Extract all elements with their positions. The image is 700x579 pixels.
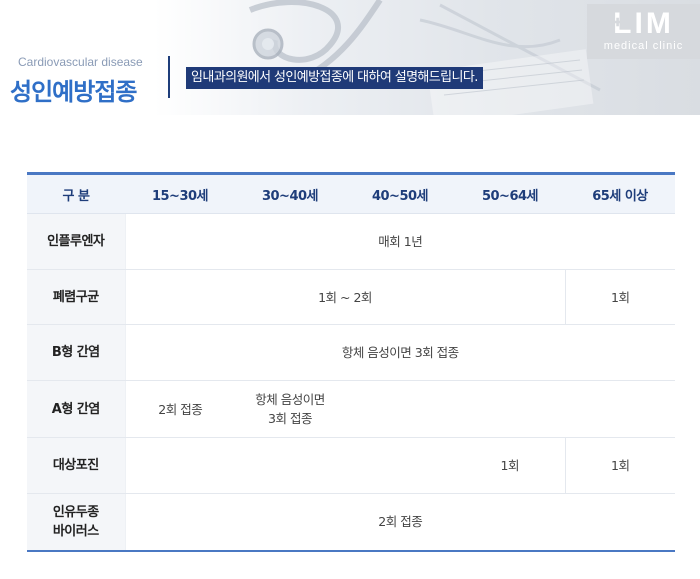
- header-age-50-64: 50~64세: [455, 173, 565, 214]
- table-row: B형 간염 항체 음성이면 3회 접종: [27, 324, 675, 381]
- page-title: 성인예방접종: [10, 78, 137, 106]
- title-divider: [168, 56, 170, 98]
- header-category: 구 분: [27, 173, 125, 214]
- row-label-hpv-line2: 바이러스: [52, 523, 99, 539]
- cell-hpv-all: 2회 접종: [378, 514, 423, 530]
- page-description: 임내과의원에서 성인예방접종에 대하여 설명해드립니다.: [186, 67, 483, 89]
- cell-hepatitis-a-15-30: 2회 접종: [125, 380, 235, 438]
- table-row: 대상포진 1회 1회: [27, 437, 675, 494]
- vaccination-table-wrap: 구 분 15~30세 30~40세 40~50세 50~64세 65세 이상 인…: [27, 172, 675, 552]
- cell-hepatitis-a-line2: 3회 접종: [268, 411, 312, 426]
- cross-icon: ✚: [613, 17, 623, 29]
- cell-pneumococcal-15-64: 1회 ~ 2회: [125, 269, 565, 325]
- cell-influenza-all: 매회 1년: [125, 213, 675, 270]
- row-label-hpv-line1: 인유두종: [52, 504, 99, 520]
- cell-shingles-65-plus: 1회: [564, 437, 675, 494]
- logo-main-text: LIM: [613, 7, 674, 40]
- row-label-hepatitis-b: B형 간염: [27, 324, 126, 381]
- cell-hepatitis-a-line1: 항체 음성이면: [255, 392, 325, 407]
- cell-hepatitis-a-rest: [345, 380, 675, 438]
- row-label-hpv: 인유두종 바이러스: [27, 493, 126, 551]
- header-age-65-plus: 65세 이상: [565, 173, 675, 214]
- table-row: A형 간염 2회 접종 항체 음성이면 3회 접종: [27, 380, 675, 438]
- header-banner: Cardiovascular disease 성인예방접종 임내과의원에서 성인…: [0, 0, 700, 115]
- table-header-row: 구 분 15~30세 30~40세 40~50세 50~64세 65세 이상: [27, 173, 675, 214]
- table-row: 폐렴구균 1회 ~ 2회 1회: [27, 269, 675, 325]
- header-age-40-50: 40~50세: [345, 173, 455, 214]
- cell-pneumococcal-65-plus: 1회: [564, 269, 675, 325]
- header-age-30-40: 30~40세: [235, 173, 345, 214]
- table-row: 인유두종 바이러스 2회 접종: [27, 493, 675, 551]
- row-label-shingles: 대상포진: [27, 437, 126, 494]
- logo-sub-text: medical clinic: [603, 40, 684, 52]
- clinic-logo: LIM ✚ medical clinic: [587, 4, 700, 59]
- cell-hepatitis-b-all: 항체 음성이면 3회 접종: [125, 324, 675, 381]
- table-row: 인플루엔자 매회 1년: [27, 213, 675, 270]
- vaccination-table: 구 분 15~30세 30~40세 40~50세 50~64세 65세 이상 인…: [27, 172, 675, 552]
- row-label-hepatitis-a: A형 간염: [27, 380, 126, 438]
- cell-shingles-15-50: [125, 437, 455, 494]
- page-subtitle-en: Cardiovascular disease: [18, 55, 143, 69]
- row-label-pneumococcal: 폐렴구균: [27, 269, 126, 325]
- cell-hepatitis-a-30-40: 항체 음성이면 3회 접종: [235, 380, 345, 438]
- row-label-influenza: 인플루엔자: [27, 213, 126, 270]
- header-age-15-30: 15~30세: [125, 173, 235, 214]
- cell-shingles-50-64: 1회: [455, 437, 565, 494]
